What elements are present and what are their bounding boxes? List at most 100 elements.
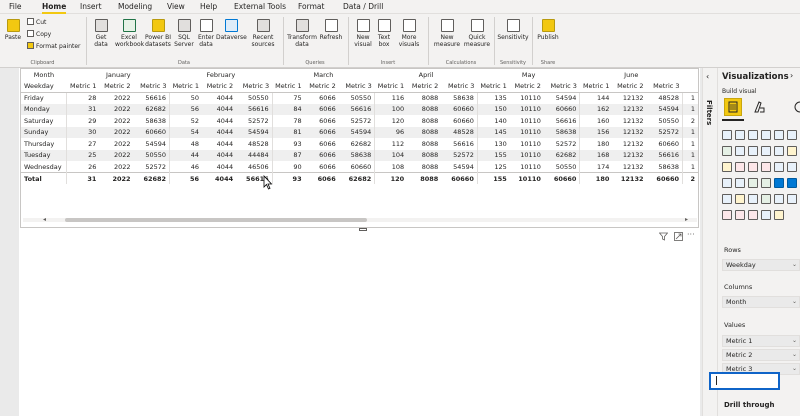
month-header[interactable]: June bbox=[580, 69, 683, 81]
chevron-down-icon[interactable]: ⌄ bbox=[792, 336, 797, 346]
value-cell[interactable]: 29 bbox=[67, 115, 99, 127]
value-cell[interactable]: 60660 bbox=[441, 115, 477, 127]
value-cell[interactable]: 10110 bbox=[509, 172, 544, 184]
value-cell[interactable]: 130 bbox=[476, 138, 510, 150]
value-cell[interactable]: 56616 bbox=[441, 138, 477, 150]
metric-header[interactable]: Metric 2 bbox=[612, 80, 647, 93]
value-cell[interactable]: 10110 bbox=[509, 103, 544, 115]
value-cell[interactable]: 62682 bbox=[133, 103, 170, 115]
get-data-button[interactable]: Get data bbox=[89, 19, 113, 48]
value-cell[interactable]: 10110 bbox=[510, 161, 544, 173]
value-cell[interactable]: 93 bbox=[271, 138, 305, 150]
publish-button[interactable]: Publish bbox=[535, 19, 561, 41]
power-bi-datasets-button[interactable]: Power BI datasets bbox=[145, 19, 171, 48]
chevron-down-icon[interactable]: ⌄ bbox=[792, 350, 797, 360]
value-cell[interactable]: 52572 bbox=[236, 115, 272, 127]
scatter-icon[interactable] bbox=[748, 162, 758, 172]
new-measure-button[interactable]: New measure bbox=[431, 19, 463, 48]
recent-sources-button[interactable]: Recent sources bbox=[248, 19, 278, 48]
table-row[interactable]: Sunday 30 2022 60660 54 4044 54594 81 6066 54594 9… bbox=[21, 126, 698, 138]
metric-header[interactable]: Metric 1 bbox=[579, 80, 613, 93]
cut-button[interactable]: Cut bbox=[27, 18, 46, 26]
table-row[interactable]: Thursday 27 2022 54594 48 4044 48528 93 6066 6268… bbox=[21, 138, 698, 150]
python-icon[interactable] bbox=[774, 194, 784, 204]
gauge-icon[interactable] bbox=[761, 178, 771, 188]
row-label[interactable]: Friday bbox=[21, 92, 68, 104]
value-cell[interactable]: 140 bbox=[476, 115, 510, 127]
tab-data-drill[interactable]: Data / Drill bbox=[343, 2, 383, 11]
value-cell[interactable]: 78 bbox=[271, 115, 305, 127]
value-cell[interactable]: 50550 bbox=[544, 161, 580, 173]
value-cell[interactable]: 12132 bbox=[612, 92, 646, 104]
value-cell[interactable]: 1 bbox=[682, 149, 698, 161]
value-cell[interactable]: 58638 bbox=[134, 115, 170, 127]
value-cell[interactable]: 10110 bbox=[510, 115, 544, 127]
narrative-icon[interactable] bbox=[748, 210, 758, 220]
value-cell[interactable]: 2022 bbox=[99, 138, 133, 150]
row-label[interactable]: Tuesday bbox=[21, 149, 68, 161]
value-cell[interactable]: 62682 bbox=[338, 172, 375, 184]
card-icon[interactable] bbox=[774, 178, 784, 188]
value-cell[interactable]: 6066 bbox=[305, 161, 339, 173]
filter-icon[interactable] bbox=[658, 232, 669, 243]
value-cell[interactable]: 48528 bbox=[441, 126, 478, 138]
map-icon[interactable] bbox=[722, 178, 732, 188]
values-field-metric-2[interactable]: Metric 2 ⌄ bbox=[722, 349, 800, 361]
tab-view[interactable]: View bbox=[167, 2, 185, 11]
funnel-icon[interactable] bbox=[735, 162, 745, 172]
value-cell[interactable]: 87 bbox=[271, 149, 305, 161]
value-cell[interactable]: 52572 bbox=[134, 161, 170, 173]
metric-header[interactable]: Metric 3 bbox=[441, 80, 478, 93]
chevron-down-icon[interactable]: ⌄ bbox=[792, 297, 797, 307]
transform-data-button[interactable]: Transform data bbox=[285, 19, 319, 48]
value-cell[interactable]: 104 bbox=[374, 149, 408, 161]
value-cell[interactable]: 52572 bbox=[339, 115, 375, 127]
value-cell[interactable]: 6066 bbox=[304, 126, 339, 138]
metric-header[interactable]: Metric 3 bbox=[543, 80, 580, 93]
value-cell[interactable]: 50 bbox=[169, 92, 202, 104]
value-cell[interactable]: 62682 bbox=[133, 172, 170, 184]
value-cell[interactable]: 162 bbox=[579, 103, 613, 115]
metric-header[interactable]: Metric 2 bbox=[202, 80, 237, 93]
value-cell[interactable]: 8088 bbox=[407, 138, 441, 150]
value-cell[interactable]: 12132 bbox=[612, 149, 647, 161]
value-cell[interactable]: 1 bbox=[682, 103, 698, 115]
metric-header[interactable]: Metric 3 bbox=[236, 80, 273, 93]
dataverse-button[interactable]: Dataverse bbox=[216, 19, 247, 41]
value-cell[interactable]: 60660 bbox=[646, 172, 683, 184]
value-cell[interactable]: 56 bbox=[169, 172, 202, 184]
value-cell[interactable]: 108 bbox=[374, 161, 408, 173]
value-cell[interactable]: 160 bbox=[579, 115, 613, 127]
qa-icon[interactable] bbox=[735, 210, 745, 220]
copy-button[interactable]: Copy bbox=[27, 30, 51, 38]
value-cell[interactable]: 10110 bbox=[510, 138, 544, 150]
analytics-tab[interactable] bbox=[790, 98, 800, 116]
value-cell[interactable]: 60660 bbox=[543, 103, 580, 115]
format-painter-button[interactable]: Format painter bbox=[27, 42, 81, 50]
metric-header[interactable]: Metric 3 bbox=[133, 80, 170, 93]
value-cell[interactable]: 135 bbox=[476, 92, 510, 104]
value-cell[interactable]: 10110 bbox=[509, 126, 544, 138]
value-cell[interactable]: 31 bbox=[66, 103, 100, 115]
shape-map-icon[interactable] bbox=[748, 178, 758, 188]
total-row[interactable]: Total 31 2022 62682 56 4044 56616 93 6066 62682 12… bbox=[21, 172, 698, 184]
values-drop-target[interactable] bbox=[709, 372, 780, 390]
value-cell[interactable]: 56616 bbox=[646, 149, 683, 161]
metric-header[interactable]: Metric 1 bbox=[272, 80, 305, 93]
text-box-button[interactable]: Text box bbox=[374, 19, 394, 48]
value-cell[interactable]: 4044 bbox=[202, 103, 237, 115]
value-cell[interactable]: 84 bbox=[271, 103, 305, 115]
matrix-icon[interactable] bbox=[761, 194, 771, 204]
table-row[interactable]: Saturday 29 2022 58638 52 4044 52572 78 6066 5257… bbox=[21, 115, 698, 127]
metric-header[interactable]: Metric 2 bbox=[509, 80, 544, 93]
row-label[interactable]: Saturday bbox=[21, 115, 68, 127]
value-cell[interactable]: 28 bbox=[67, 92, 99, 104]
filters-label[interactable]: Filters bbox=[705, 100, 713, 125]
area-chart-icon[interactable] bbox=[735, 146, 745, 156]
clustered-bar-icon[interactable] bbox=[748, 130, 758, 140]
month-header[interactable]: March bbox=[272, 69, 375, 81]
value-cell[interactable]: 44484 bbox=[236, 149, 273, 161]
table-icon[interactable] bbox=[748, 194, 758, 204]
metric-header[interactable]: Metric 1 bbox=[374, 80, 408, 93]
value-cell[interactable]: 125 bbox=[476, 161, 510, 173]
